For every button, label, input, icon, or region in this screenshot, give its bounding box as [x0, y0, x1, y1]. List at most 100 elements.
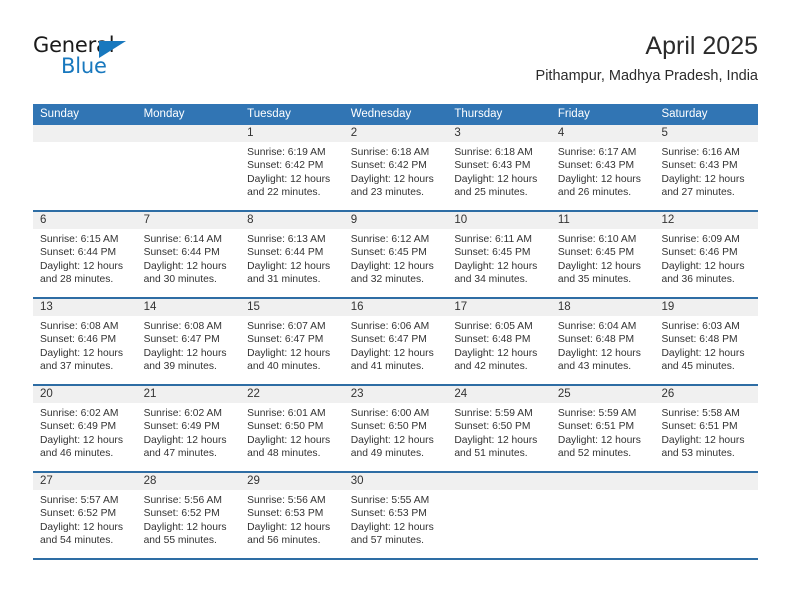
sunset-text: Sunset: 6:51 PM: [661, 421, 738, 433]
day-cell[interactable]: 29 Sunrise: 5:56 AM Sunset: 6:53 PM Dayligh…: [240, 473, 344, 558]
daylight-text: Daylight: 12 hours and 52 minutes.: [557, 434, 641, 460]
day-cell[interactable]: 20 Sunrise: 6:02 AM Sunset: 6:49 PM Dayligh…: [33, 386, 137, 471]
day-details: Sunrise: 6:12 AM Sunset: 6:45 PM Daylight:…: [344, 229, 448, 287]
sunset-text: Sunset: 6:49 PM: [143, 421, 220, 433]
sunset-text: Sunset: 6:46 PM: [661, 247, 738, 259]
sunset-text: Sunset: 6:50 PM: [350, 421, 427, 433]
day-cell[interactable]: 9 Sunrise: 6:12 AM Sunset: 6:45 PM Daylight…: [343, 212, 448, 297]
day-cell[interactable]: 25 Sunrise: 5:59 AM Sunset: 6:51 PM Dayligh…: [550, 386, 655, 471]
daylight-text: Daylight: 12 hours and 55 minutes.: [143, 521, 227, 547]
day-cell[interactable]: 22 Sunrise: 6:01 AM Sunset: 6:50 PM Dayligh…: [240, 386, 344, 471]
sunset-text: Sunset: 6:53 PM: [247, 508, 324, 520]
weekday-header-thursday: Thursday: [454, 108, 503, 120]
day-number: 25: [550, 386, 655, 403]
day-details: Sunrise: 6:10 AM Sunset: 6:45 PM Daylight:…: [551, 229, 655, 287]
weekday-header-row: Sunday Monday Tuesday Wednesday Thursday Frid…: [33, 104, 758, 125]
sunrise-text: Sunrise: 5:57 AM: [40, 495, 119, 506]
day-cell[interactable]: 14 Sunrise: 6:08 AM Sunset: 6:47 PM Dayligh…: [136, 299, 241, 384]
sunrise-text: Sunrise: 6:14 AM: [143, 234, 222, 245]
day-details: Sunrise: 6:19 AM Sunset: 6:42 PM Daylight:…: [240, 142, 344, 200]
day-cell[interactable]: 7 Sunrise: 6:14 AM Sunset: 6:44 PM Daylight…: [136, 212, 241, 297]
day-number: 15: [240, 299, 344, 316]
day-cell[interactable]: 2 Sunrise: 6:18 AM Sunset: 6:42 PM Daylight…: [343, 125, 448, 210]
day-details: Sunrise: 5:58 AM Sunset: 6:51 PM Daylight:…: [654, 403, 758, 461]
daylight-text: Daylight: 12 hours and 37 minutes.: [40, 347, 123, 373]
sunrise-text: Sunrise: 6:09 AM: [661, 234, 740, 245]
day-details: Sunrise: 5:56 AM Sunset: 6:52 PM Daylight:…: [137, 490, 241, 548]
day-number: [136, 125, 241, 142]
weekday-header-tuesday: Tuesday: [247, 108, 291, 120]
sunset-text: Sunset: 6:48 PM: [557, 334, 635, 346]
day-number: 21: [136, 386, 241, 403]
day-cell[interactable]: 1 Sunrise: 6:19 AM Sunset: 6:42 PM Daylight…: [240, 125, 344, 210]
sunset-text: Sunset: 6:43 PM: [454, 160, 531, 172]
day-cell[interactable]: 8 Sunrise: 6:13 AM Sunset: 6:44 PM Daylight…: [240, 212, 344, 297]
logo-text-blue: Blue: [61, 54, 107, 78]
day-cell[interactable]: 21 Sunrise: 6:02 AM Sunset: 6:49 PM Dayligh…: [136, 386, 241, 471]
day-cell[interactable]: 19 Sunrise: 6:03 AM Sunset: 6:48 PM Dayligh…: [654, 299, 759, 384]
sunset-text: Sunset: 6:45 PM: [557, 247, 635, 259]
weekday-header-sunday: Sunday: [40, 108, 80, 120]
day-cell-empty: [447, 473, 551, 558]
sunrise-text: Sunrise: 6:08 AM: [143, 321, 222, 332]
sunset-text: Sunset: 6:44 PM: [247, 247, 324, 259]
sunrise-text: Sunrise: 6:05 AM: [454, 321, 533, 332]
day-details: Sunrise: 6:08 AM Sunset: 6:47 PM Daylight:…: [137, 316, 241, 374]
day-number: 17: [447, 299, 551, 316]
day-cell[interactable]: 23 Sunrise: 6:00 AM Sunset: 6:50 PM Dayligh…: [343, 386, 448, 471]
daylight-text: Daylight: 12 hours and 30 minutes.: [143, 260, 227, 286]
sunset-text: Sunset: 6:44 PM: [143, 247, 220, 259]
day-cell[interactable]: 3 Sunrise: 6:18 AM Sunset: 6:43 PM Daylight…: [447, 125, 551, 210]
day-details: Sunrise: 6:16 AM Sunset: 6:43 PM Daylight:…: [654, 142, 758, 200]
day-cell[interactable]: 15 Sunrise: 6:07 AM Sunset: 6:47 PM Dayligh…: [240, 299, 344, 384]
sunrise-text: Sunrise: 6:00 AM: [350, 408, 430, 419]
day-cell[interactable]: 18 Sunrise: 6:04 AM Sunset: 6:48 PM Dayligh…: [550, 299, 655, 384]
day-details: Sunrise: 6:17 AM Sunset: 6:43 PM Daylight:…: [551, 142, 655, 200]
day-details: Sunrise: 6:13 AM Sunset: 6:44 PM Daylight:…: [240, 229, 344, 287]
daylight-text: Daylight: 12 hours and 22 minutes.: [247, 173, 331, 199]
day-cell[interactable]: 28 Sunrise: 5:56 AM Sunset: 6:52 PM Dayligh…: [136, 473, 241, 558]
day-number: 29: [240, 473, 344, 490]
sunset-text: Sunset: 6:48 PM: [454, 334, 531, 346]
day-details: Sunrise: 5:59 AM Sunset: 6:51 PM Daylight:…: [551, 403, 655, 461]
day-cell-empty: [654, 473, 759, 558]
day-cell[interactable]: 10 Sunrise: 6:11 AM Sunset: 6:45 PM Dayligh…: [447, 212, 551, 297]
day-details: Sunrise: 6:04 AM Sunset: 6:48 PM Daylight:…: [551, 316, 655, 374]
day-cell-empty: [550, 473, 655, 558]
day-number: 27: [33, 473, 137, 490]
day-number: [447, 473, 551, 490]
sunset-text: Sunset: 6:45 PM: [350, 247, 427, 259]
day-cell[interactable]: 27 Sunrise: 5:57 AM Sunset: 6:52 PM Dayligh…: [33, 473, 137, 558]
day-number: [550, 473, 655, 490]
sunset-text: Sunset: 6:48 PM: [661, 334, 738, 346]
daylight-text: Daylight: 12 hours and 40 minutes.: [247, 347, 331, 373]
day-cell[interactable]: 16 Sunrise: 6:06 AM Sunset: 6:47 PM Dayligh…: [343, 299, 448, 384]
week-row: 1 Sunrise: 6:19 AM Sunset: 6:42 PM Daylight…: [33, 125, 759, 212]
day-cell[interactable]: 11 Sunrise: 6:10 AM Sunset: 6:45 PM Dayligh…: [550, 212, 655, 297]
weekday-header-saturday: Saturday: [661, 108, 708, 120]
day-cell[interactable]: 13 Sunrise: 6:08 AM Sunset: 6:46 PM Dayligh…: [33, 299, 137, 384]
day-cell[interactable]: 17 Sunrise: 6:05 AM Sunset: 6:48 PM Dayligh…: [447, 299, 551, 384]
sunset-text: Sunset: 6:51 PM: [557, 421, 635, 433]
sunset-text: Sunset: 6:44 PM: [40, 247, 117, 259]
daylight-text: Daylight: 12 hours and 36 minutes.: [661, 260, 745, 286]
day-cell[interactable]: 30 Sunrise: 5:55 AM Sunset: 6:53 PM Dayligh…: [343, 473, 448, 558]
day-cell[interactable]: 6 Sunrise: 6:15 AM Sunset: 6:44 PM Daylight…: [33, 212, 137, 297]
day-details: Sunrise: 5:55 AM Sunset: 6:53 PM Daylight:…: [344, 490, 448, 548]
daylight-text: Daylight: 12 hours and 56 minutes.: [247, 521, 331, 547]
sunrise-text: Sunrise: 6:07 AM: [247, 321, 326, 332]
sunrise-text: Sunrise: 6:03 AM: [661, 321, 740, 332]
day-cell[interactable]: 24 Sunrise: 5:59 AM Sunset: 6:50 PM Dayligh…: [447, 386, 551, 471]
day-cell[interactable]: 12 Sunrise: 6:09 AM Sunset: 6:46 PM Dayligh…: [654, 212, 759, 297]
sunset-text: Sunset: 6:42 PM: [247, 160, 324, 172]
sunrise-text: Sunrise: 6:11 AM: [454, 234, 532, 245]
sunset-text: Sunset: 6:52 PM: [143, 508, 220, 520]
day-number: 22: [240, 386, 344, 403]
week-row: 13 Sunrise: 6:08 AM Sunset: 6:46 PM Dayligh…: [33, 299, 759, 386]
day-cell[interactable]: 26 Sunrise: 5:58 AM Sunset: 6:51 PM Dayligh…: [654, 386, 759, 471]
daylight-text: Daylight: 12 hours and 23 minutes.: [350, 173, 434, 199]
general-blue-logo[interactable]: General Blue: [33, 34, 153, 82]
day-details: Sunrise: 6:02 AM Sunset: 6:49 PM Daylight:…: [137, 403, 241, 461]
day-cell[interactable]: 5 Sunrise: 6:16 AM Sunset: 6:43 PM Daylight…: [654, 125, 759, 210]
day-cell[interactable]: 4 Sunrise: 6:17 AM Sunset: 6:43 PM Daylight…: [550, 125, 655, 210]
